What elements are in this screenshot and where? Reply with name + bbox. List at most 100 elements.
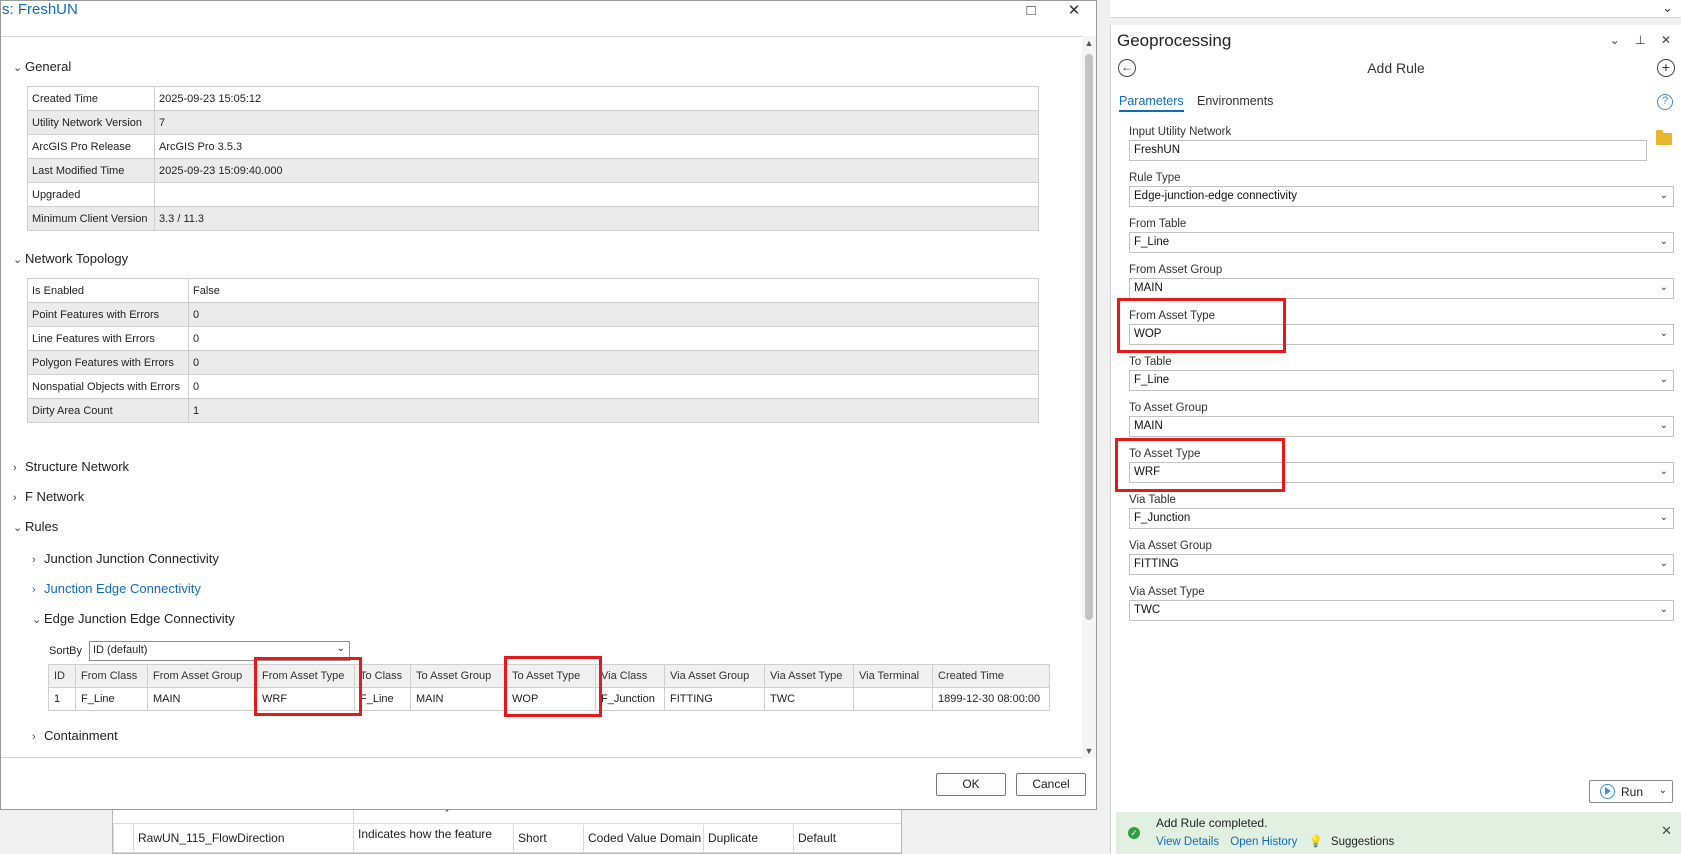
param-label-rule-type: Rule Type bbox=[1129, 172, 1181, 184]
section-label: Rules bbox=[25, 519, 59, 534]
chevron-right-icon: › bbox=[13, 462, 17, 474]
help-icon[interactable]: ? bbox=[1657, 94, 1673, 110]
property-key: ArcGIS Pro Release bbox=[27, 134, 155, 159]
section-label: Network Topology bbox=[25, 251, 129, 266]
column-header[interactable]: Via Asset Type bbox=[764, 664, 854, 688]
close-icon[interactable]: ✕ bbox=[1661, 823, 1672, 839]
table-cell: RawUN_115_FlowDirection bbox=[133, 825, 353, 852]
table-cell: Duplicate bbox=[703, 825, 793, 852]
message-text: Add Rule completed. bbox=[1156, 816, 1268, 830]
section-f-network[interactable]: › F Network bbox=[13, 489, 84, 504]
section-containment[interactable]: › Containment bbox=[32, 728, 118, 743]
column-header[interactable]: From Asset Group bbox=[147, 664, 257, 688]
from-asset-group-dropdown[interactable]: MAIN ⌄ bbox=[1129, 278, 1674, 299]
pane-title: Geoprocessing bbox=[1117, 31, 1232, 50]
to-table-dropdown[interactable]: F_Line ⌄ bbox=[1129, 370, 1674, 391]
table-cell: F_Junction bbox=[595, 687, 665, 711]
scroll-down-icon[interactable]: ▼ bbox=[1082, 746, 1096, 756]
section-label: Junction Junction Connectivity bbox=[44, 551, 219, 566]
pane-window-controls[interactable]: ⌄ ⊥ ✕ bbox=[1610, 33, 1677, 47]
param-label-via-asset-type: Via Asset Type bbox=[1129, 586, 1205, 598]
section-label: Junction Edge Connectivity bbox=[44, 581, 201, 596]
general-properties-table: Created Time 2025-09-23 15:05:12 Utility … bbox=[27, 86, 1039, 231]
column-header[interactable]: Created Time bbox=[932, 664, 1050, 688]
section-edge-junction-edge-connectivity[interactable]: ⌄ Edge Junction Edge Connectivity bbox=[32, 611, 235, 626]
column-header[interactable]: From Class bbox=[75, 664, 148, 688]
column-header[interactable]: To Asset Group bbox=[410, 664, 507, 688]
param-label-to-asset-type: To Asset Type bbox=[1129, 448, 1201, 460]
chevron-down-icon: ⌄ bbox=[1659, 558, 1668, 569]
param-label-via-asset-group: Via Asset Group bbox=[1129, 540, 1212, 552]
section-rules[interactable]: ⌄ Rules bbox=[13, 519, 58, 534]
table-row: Minimum Client Version 3.3 / 11.3 bbox=[27, 206, 1039, 231]
table-row[interactable]: RawUN_115_FlowDirection Indicates how th… bbox=[113, 825, 901, 853]
section-label: General bbox=[25, 59, 72, 74]
from-table-dropdown[interactable]: F_Line ⌄ bbox=[1129, 232, 1674, 253]
row-selector[interactable] bbox=[113, 825, 133, 852]
input-utility-network-field[interactable]: FreshUN bbox=[1129, 140, 1647, 161]
tab-parameters[interactable]: Parameters bbox=[1119, 94, 1184, 112]
folder-icon[interactable] bbox=[1656, 130, 1672, 145]
section-structure-network[interactable]: › Structure Network bbox=[13, 459, 129, 474]
maximize-icon[interactable]: □ bbox=[1016, 1, 1046, 21]
tab-environments[interactable]: Environments bbox=[1197, 94, 1273, 108]
chevron-right-icon: › bbox=[32, 731, 36, 743]
chevron-down-icon[interactable]: ⌄ bbox=[1662, 0, 1673, 16]
property-key: Point Features with Errors bbox=[27, 302, 189, 327]
from-asset-type-dropdown[interactable]: WOP ⌄ bbox=[1129, 324, 1674, 345]
table-row: ArcGIS Pro Release ArcGIS Pro 3.5.3 bbox=[27, 134, 1039, 159]
rule-type-dropdown[interactable]: Edge-junction-edge connectivity ⌄ bbox=[1129, 186, 1674, 207]
cancel-button[interactable]: Cancel bbox=[1016, 773, 1086, 796]
section-network-topology[interactable]: ⌄ Network Topology bbox=[13, 251, 128, 266]
table-row[interactable]: 1 F_Line MAIN WRF F_Line MAIN WOP F_Junc… bbox=[48, 687, 1050, 711]
field-value: Edge-junction-edge connectivity bbox=[1134, 190, 1298, 202]
column-header[interactable]: To Class bbox=[354, 664, 411, 688]
section-label: Structure Network bbox=[25, 459, 130, 474]
chevron-down-icon[interactable]: ⌄ bbox=[1659, 785, 1667, 796]
via-asset-type-dropdown[interactable]: TWC ⌄ bbox=[1129, 600, 1674, 621]
run-button[interactable]: Run ⌄ bbox=[1589, 780, 1673, 803]
via-asset-group-dropdown[interactable]: FITTING ⌄ bbox=[1129, 554, 1674, 575]
to-asset-group-dropdown[interactable]: MAIN ⌄ bbox=[1129, 416, 1674, 437]
column-header[interactable]: Via Asset Group bbox=[664, 664, 765, 688]
table-cell: WRF bbox=[256, 687, 355, 711]
topology-properties-table: Is Enabled False Point Features with Erro… bbox=[27, 278, 1039, 423]
table-cell: Short bbox=[513, 825, 583, 852]
field-value: MAIN bbox=[1134, 420, 1163, 432]
property-value: 0 bbox=[188, 350, 1039, 375]
scroll-up-icon[interactable]: ▲ bbox=[1082, 38, 1096, 48]
scroll-thumb[interactable] bbox=[1085, 54, 1093, 620]
chevron-down-icon: ⌄ bbox=[1659, 512, 1668, 523]
to-asset-type-dropdown[interactable]: WRF ⌄ bbox=[1129, 462, 1674, 483]
sortby-dropdown[interactable]: ID (default) ⌄ bbox=[89, 641, 350, 661]
property-value bbox=[154, 182, 1039, 207]
property-value: 0 bbox=[188, 302, 1039, 327]
section-junction-edge-connectivity[interactable]: › Junction Edge Connectivity bbox=[32, 581, 201, 596]
chevron-right-icon: › bbox=[13, 492, 17, 504]
close-icon[interactable]: ✕ bbox=[1059, 1, 1089, 21]
via-table-dropdown[interactable]: F_Junction ⌄ bbox=[1129, 508, 1674, 529]
field-value: FITTING bbox=[1134, 558, 1179, 570]
section-junction-junction-connectivity[interactable]: › Junction Junction Connectivity bbox=[32, 551, 219, 566]
column-header[interactable]: To Asset Type bbox=[506, 664, 596, 688]
view-details-link[interactable]: View Details bbox=[1156, 836, 1219, 848]
ok-button[interactable]: OK bbox=[936, 773, 1006, 796]
add-icon[interactable]: + bbox=[1657, 59, 1675, 77]
suggestions-link[interactable]: Suggestions bbox=[1331, 836, 1394, 848]
open-history-link[interactable]: Open History bbox=[1230, 836, 1297, 848]
section-label: F Network bbox=[25, 489, 85, 504]
table-cell: FITTING bbox=[664, 687, 765, 711]
column-header[interactable]: From Asset Type bbox=[256, 664, 355, 688]
dialog-titlebar[interactable]: s: FreshUN □ ✕ bbox=[1, 1, 1096, 23]
chevron-down-icon: ⌄ bbox=[336, 643, 345, 654]
section-general[interactable]: ⌄ General bbox=[13, 59, 71, 74]
column-header[interactable]: Via Class bbox=[595, 664, 665, 688]
table-row: Point Features with Errors 0 bbox=[27, 302, 1039, 327]
column-header[interactable]: ID bbox=[48, 664, 76, 688]
column-header[interactable]: Via Terminal bbox=[853, 664, 933, 688]
param-label-to-table: To Table bbox=[1129, 356, 1172, 368]
vertical-scrollbar[interactable]: ▲ ▼ bbox=[1082, 36, 1096, 758]
chevron-down-icon: ⌄ bbox=[1659, 282, 1668, 293]
chevron-down-icon: ⌄ bbox=[32, 614, 42, 626]
field-value: F_Line bbox=[1134, 236, 1170, 248]
